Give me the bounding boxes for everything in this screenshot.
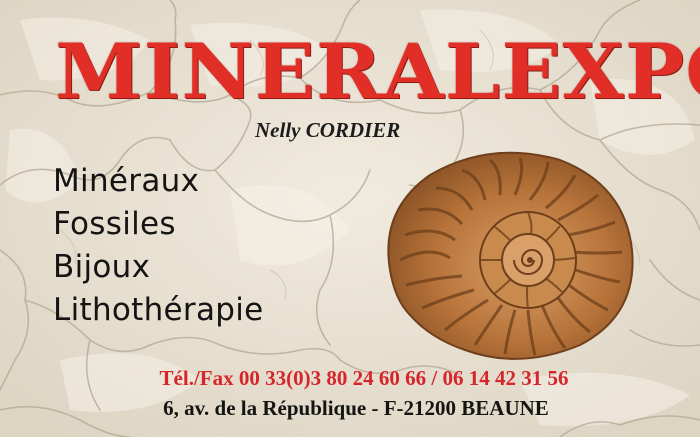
product-list: Minéraux Fossiles Bijoux Lithothérapie bbox=[53, 160, 264, 332]
brand-title: MINERALEXPO bbox=[55, 26, 700, 117]
business-card: MINERALEXPO Nelly CORDIER Minéraux Fossi… bbox=[0, 0, 700, 437]
ammonite-fossil-icon bbox=[387, 151, 634, 360]
address-line: 6, av. de la République - F-21200 BEAUNE bbox=[163, 396, 549, 420]
product-item-fossiles: Fossiles bbox=[53, 206, 176, 242]
product-item-lithotherapie: Lithothérapie bbox=[53, 292, 264, 328]
product-item-mineraux: Minéraux bbox=[53, 163, 200, 199]
product-item-bijoux: Bijoux bbox=[53, 249, 151, 285]
phone-fax-line: Tél./Fax 00 33(0)3 80 24 60 66 / 06 14 4… bbox=[159, 366, 569, 390]
